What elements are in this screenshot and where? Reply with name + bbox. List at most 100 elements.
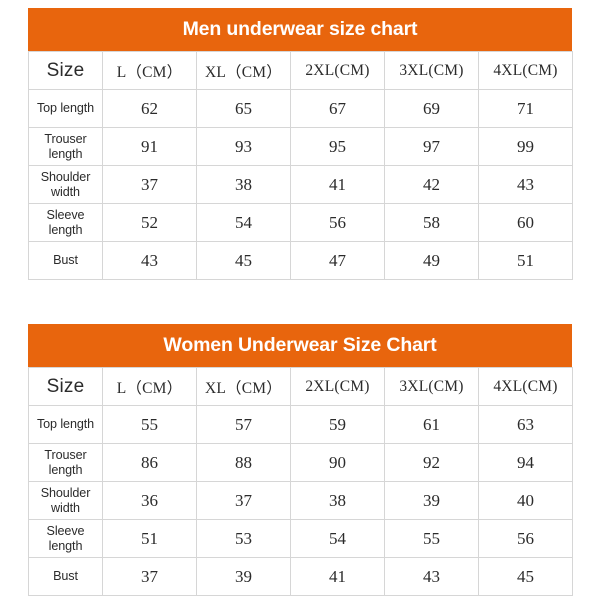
label-line: length — [48, 146, 83, 161]
column-header-3xl: 3XL(CM) — [384, 367, 479, 406]
size-header-cell: Size — [28, 51, 103, 90]
column-header-4xl: 4XL(CM) — [478, 51, 573, 90]
table-row: Bust 37 39 41 43 45 — [28, 557, 573, 596]
cell-value: 54 — [196, 203, 291, 242]
label-line: Top length — [36, 417, 95, 432]
cell-value: 60 — [478, 203, 573, 242]
label-line: Bust — [53, 253, 78, 268]
cell-value: 97 — [384, 127, 479, 166]
label-line: width — [51, 184, 80, 199]
column-header-3xl: 3XL(CM) — [384, 51, 479, 90]
column-header-xl: XL（CM） — [196, 367, 291, 406]
cell-value: 59 — [290, 405, 385, 444]
cell-value: 58 — [384, 203, 479, 242]
cell-value: 93 — [196, 127, 291, 166]
cell-value: 55 — [384, 519, 479, 558]
label-line: Top length — [36, 101, 95, 116]
cell-value: 39 — [384, 481, 479, 520]
cell-value: 56 — [290, 203, 385, 242]
column-header-l: L（CM） — [102, 51, 197, 90]
cell-value: 37 — [102, 165, 197, 204]
label-line: width — [51, 500, 80, 515]
label-line: Sleeve — [46, 207, 85, 222]
table-row: Shoulder width 37 38 41 42 43 — [28, 165, 573, 204]
cell-value: 56 — [478, 519, 573, 558]
label-line: length — [48, 222, 83, 237]
label-line: Trouser — [44, 447, 87, 462]
table-row: Shoulder width 36 37 38 39 40 — [28, 481, 573, 520]
cell-value: 43 — [384, 557, 479, 596]
cell-value: 90 — [290, 443, 385, 482]
table-header-row: Size L（CM） XL（CM） 2XL(CM) 3XL(CM) 4XL(CM… — [28, 367, 573, 406]
cell-value: 39 — [196, 557, 291, 596]
cell-value: 63 — [478, 405, 573, 444]
table-row: Trouser length 86 88 90 92 94 — [28, 443, 573, 482]
cell-value: 62 — [102, 89, 197, 128]
table-row: Sleeve length 51 53 54 55 56 — [28, 519, 573, 558]
label-line: Sleeve — [46, 523, 85, 538]
table-row: Trouser length 91 93 95 97 99 — [28, 127, 573, 166]
table-row: Top length 62 65 67 69 71 — [28, 89, 573, 128]
label-line: Trouser — [44, 131, 87, 146]
cell-value: 69 — [384, 89, 479, 128]
cell-value: 65 — [196, 89, 291, 128]
cell-value: 51 — [102, 519, 197, 558]
women-size-chart: Women Underwear Size Chart Size L（CM） XL… — [28, 324, 573, 596]
row-label-trouser-length: Trouser length — [28, 443, 103, 482]
cell-value: 99 — [478, 127, 573, 166]
women-chart-title-banner: Women Underwear Size Chart — [28, 324, 572, 367]
row-label-top-length: Top length — [28, 405, 103, 444]
row-label-trouser-length: Trouser length — [28, 127, 103, 166]
row-label-bust: Bust — [28, 241, 103, 280]
cell-value: 47 — [290, 241, 385, 280]
column-header-2xl: 2XL(CM) — [290, 367, 385, 406]
women-size-table: Size L（CM） XL（CM） 2XL(CM) 3XL(CM) 4XL(CM… — [28, 367, 573, 596]
label-line: length — [48, 538, 83, 553]
table-row: Sleeve length 52 54 56 58 60 — [28, 203, 573, 242]
cell-value: 37 — [102, 557, 197, 596]
row-label-shoulder-width: Shoulder width — [28, 481, 103, 520]
table-header-row: Size L（CM） XL（CM） 2XL(CM) 3XL(CM) 4XL(CM… — [28, 51, 573, 90]
cell-value: 51 — [478, 241, 573, 280]
column-header-l: L（CM） — [102, 367, 197, 406]
cell-value: 71 — [478, 89, 573, 128]
men-chart-title-banner: Men underwear size chart — [28, 8, 572, 51]
cell-value: 49 — [384, 241, 479, 280]
cell-value: 45 — [196, 241, 291, 280]
men-size-table: Size L（CM） XL（CM） 2XL(CM) 3XL(CM) 4XL(CM… — [28, 51, 573, 280]
cell-value: 54 — [290, 519, 385, 558]
table-row: Bust 43 45 47 49 51 — [28, 241, 573, 280]
cell-value: 92 — [384, 443, 479, 482]
row-label-shoulder-width: Shoulder width — [28, 165, 103, 204]
cell-value: 94 — [478, 443, 573, 482]
size-chart-page: Men underwear size chart Size L（CM） XL（C… — [0, 0, 600, 600]
cell-value: 38 — [196, 165, 291, 204]
cell-value: 95 — [290, 127, 385, 166]
cell-value: 42 — [384, 165, 479, 204]
row-label-sleeve-length: Sleeve length — [28, 203, 103, 242]
label-line: length — [48, 462, 83, 477]
column-header-4xl: 4XL(CM) — [478, 367, 573, 406]
cell-value: 88 — [196, 443, 291, 482]
cell-value: 53 — [196, 519, 291, 558]
label-line: Shoulder — [40, 169, 91, 184]
cell-value: 38 — [290, 481, 385, 520]
label-line: Shoulder — [40, 485, 91, 500]
cell-value: 43 — [478, 165, 573, 204]
cell-value: 86 — [102, 443, 197, 482]
cell-value: 67 — [290, 89, 385, 128]
cell-value: 91 — [102, 127, 197, 166]
table-row: Top length 55 57 59 61 63 — [28, 405, 573, 444]
cell-value: 41 — [290, 557, 385, 596]
column-header-2xl: 2XL(CM) — [290, 51, 385, 90]
label-line: Bust — [53, 569, 78, 584]
row-label-top-length: Top length — [28, 89, 103, 128]
cell-value: 37 — [196, 481, 291, 520]
cell-value: 43 — [102, 241, 197, 280]
cell-value: 55 — [102, 405, 197, 444]
column-header-xl: XL（CM） — [196, 51, 291, 90]
cell-value: 40 — [478, 481, 573, 520]
row-label-bust: Bust — [28, 557, 103, 596]
cell-value: 41 — [290, 165, 385, 204]
row-label-sleeve-length: Sleeve length — [28, 519, 103, 558]
